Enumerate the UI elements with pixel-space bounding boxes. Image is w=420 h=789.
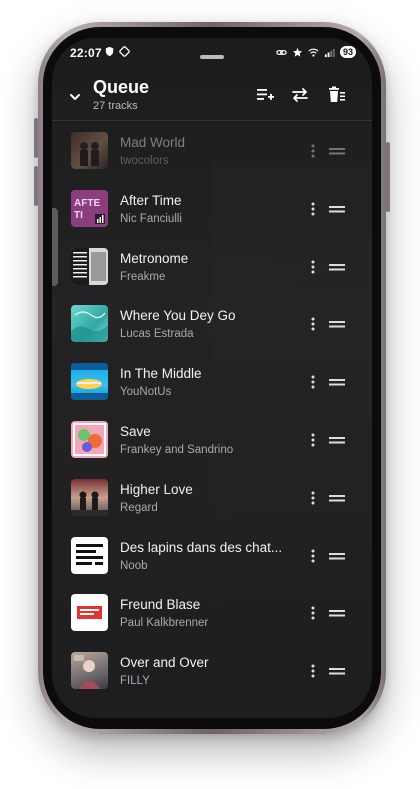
more-options-icon[interactable] [306,142,320,160]
track-title: Higher Love [120,481,193,497]
nfc-icon [119,46,130,57]
track-title: Over and Over [120,655,209,671]
queue-item[interactable]: Save Frankey and Sandrino [52,411,372,469]
star-icon [292,47,303,57]
queue-item[interactable]: In The Middle YouNotUs [52,353,372,411]
scrollbar[interactable] [52,208,58,286]
drag-handle-icon[interactable] [328,315,346,333]
track-artist: Noob [120,559,148,572]
album-art [71,363,108,401]
more-options-icon[interactable] [306,662,320,680]
chevron-down-icon[interactable] [66,88,84,106]
add-to-playlist-icon[interactable] [254,84,276,106]
track-title: Des lapins dans des chat... [120,539,283,555]
track-artist: Nic Fanciulli [120,212,182,225]
queue-item[interactable]: Where You Dey Go Lucas Estrada [52,295,372,353]
track-title: Save [120,423,151,439]
drag-handle-icon[interactable] [328,662,346,680]
more-options-icon[interactable] [306,373,320,391]
screen: 22:07 93 Queue 27 tracks Mad World twoco… [52,38,372,718]
status-bar: 22:07 93 [52,38,372,70]
album-art [71,247,108,285]
drag-handle-icon[interactable] [328,547,346,565]
page-title: Queue [93,77,150,97]
drag-handle-icon[interactable] [328,142,346,160]
queue-item[interactable]: Mad World twocolors [52,122,372,180]
track-artist: Frankey and Sandrino [120,443,234,456]
repeat-icon[interactable] [289,84,311,106]
track-title: Metronome [120,250,189,266]
album-art [71,536,108,574]
more-options-icon[interactable] [306,200,320,218]
track-title: Freund Blase [120,597,201,613]
link-icon [276,49,287,55]
queue-item[interactable]: Metronome Freakme [52,238,372,296]
track-title: Mad World [120,135,186,150]
queue-item[interactable]: Freund Blase Paul Kalkbrenner [52,584,372,642]
svg-text:TI: TI [74,210,83,221]
track-artist: Lucas Estrada [120,328,194,341]
track-count: 27 tracks [93,100,138,112]
volume-up-button [34,118,38,158]
more-options-icon[interactable] [306,489,320,507]
drag-handle-icon[interactable] [328,200,346,218]
album-art [71,652,108,690]
more-options-icon[interactable] [306,547,320,565]
svg-text:AFTE: AFTE [74,198,100,209]
drag-handle-icon[interactable] [328,604,346,622]
more-options-icon[interactable] [306,431,320,449]
shield-icon [105,46,114,57]
power-button [386,142,390,212]
album-art: AFTE TI [71,189,108,227]
track-artist: Regard [120,501,158,514]
sheet-drag-handle[interactable] [200,55,224,59]
drag-handle-icon[interactable] [328,258,346,276]
wifi-icon [308,48,319,57]
drag-handle-icon[interactable] [328,489,346,507]
track-artist: FILLY [120,675,150,688]
album-art [71,594,108,632]
queue-header: Queue 27 tracks [52,72,372,120]
more-options-icon[interactable] [306,315,320,333]
album-art [71,132,108,169]
track-title: In The Middle [120,366,202,382]
track-artist: YouNotUs [120,386,172,399]
track-title: Where You Dey Go [120,308,236,324]
queue-item[interactable]: Higher Love Regard [52,469,372,527]
clear-queue-icon[interactable] [325,84,347,106]
album-art [71,305,108,343]
track-artist: Paul Kalkbrenner [120,617,209,630]
queue-list: Mad World twocolors AFTE TI After Time Ni… [52,122,372,700]
more-options-icon[interactable] [306,604,320,622]
track-artist: twocolors [120,155,169,167]
track-title: After Time [120,192,182,208]
volume-down-button [34,166,38,206]
drag-handle-icon[interactable] [328,373,346,391]
queue-item[interactable]: Des lapins dans des chat... Noob [52,527,372,585]
track-artist: Freakme [120,270,166,283]
signal-icon [324,48,335,57]
album-art [71,420,108,458]
status-time: 22:07 [70,46,102,60]
queue-item[interactable]: AFTE TI After Time Nic Fanciulli [52,180,372,238]
drag-handle-icon[interactable] [328,431,346,449]
more-options-icon[interactable] [306,258,320,276]
queue-item[interactable]: Over and Over FILLY [52,642,372,700]
album-art [71,478,108,516]
header-divider [52,120,372,121]
battery-indicator: 93 [339,46,356,58]
